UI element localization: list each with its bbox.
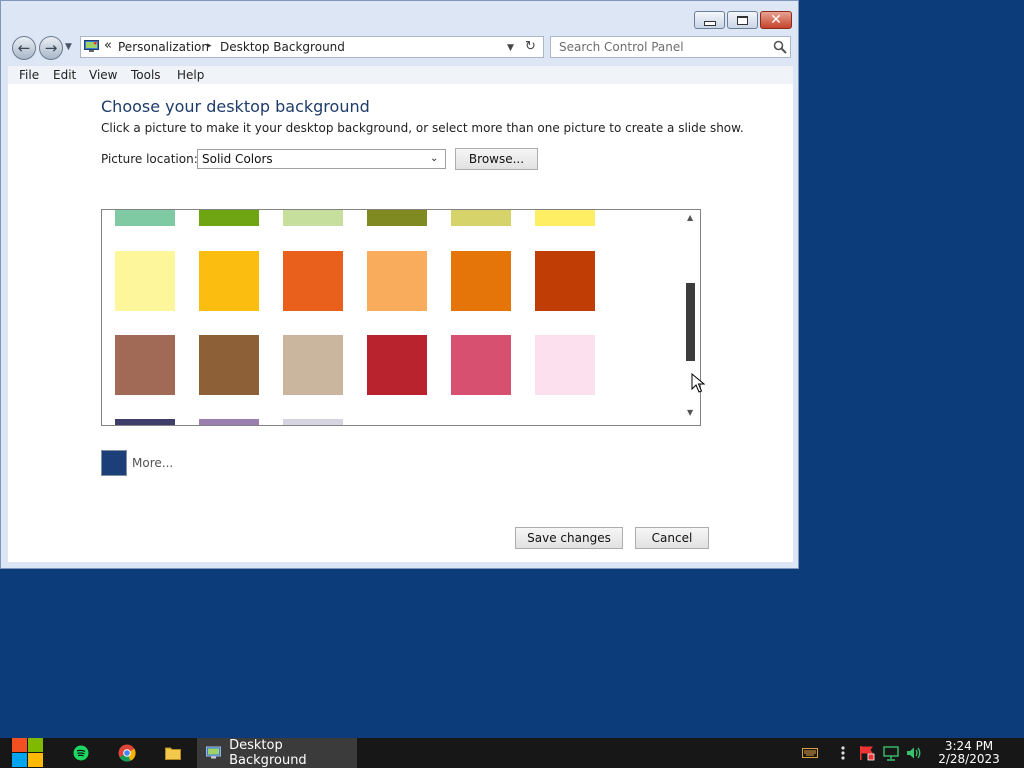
taskbar-file-explorer[interactable]	[160, 738, 186, 768]
menu-bar: File Edit View Tools Help	[8, 66, 793, 85]
color-swatch[interactable]	[283, 419, 343, 425]
color-swatch[interactable]	[115, 210, 175, 226]
chevron-down-icon[interactable]: ▼	[507, 43, 514, 53]
search-box	[550, 36, 791, 58]
menu-help[interactable]: Help	[177, 68, 204, 82]
search-icon[interactable]	[773, 40, 787, 54]
clock-date: 2/28/2023	[938, 752, 1000, 766]
more-options-icon[interactable]	[837, 738, 849, 768]
color-swatch[interactable]	[451, 210, 511, 226]
color-swatch[interactable]	[115, 251, 175, 311]
speaker-icon	[907, 747, 921, 759]
menu-edit[interactable]: Edit	[53, 68, 76, 82]
taskbar-window-desktop-background[interactable]: Desktop Background	[197, 738, 357, 768]
color-swatch[interactable]	[535, 210, 595, 226]
scroll-down-icon[interactable]: ▼	[687, 408, 693, 417]
minimize-icon	[695, 12, 724, 28]
control-panel-icon	[206, 746, 222, 759]
flag-icon	[860, 746, 875, 761]
color-swatch[interactable]	[199, 251, 259, 311]
color-swatch[interactable]	[199, 419, 259, 425]
color-swatch[interactable]	[115, 335, 175, 395]
color-swatch[interactable]	[283, 251, 343, 311]
title-bar[interactable]: ✕	[1, 1, 798, 35]
control-panel-window: ✕ ← → ▼ « Personalization ▸ Desktop Back…	[0, 0, 799, 569]
color-swatch[interactable]	[451, 251, 511, 311]
color-swatch[interactable]	[451, 335, 511, 395]
color-swatch[interactable]	[283, 335, 343, 395]
taskbar-chrome[interactable]	[114, 738, 140, 768]
page-title: Choose your desktop background	[101, 97, 370, 116]
breadcrumb-personalization[interactable]: Personalization	[118, 40, 209, 54]
scroll-up-icon[interactable]: ▲	[687, 213, 693, 222]
back-button[interactable]: ←	[12, 36, 36, 60]
color-swatch[interactable]	[535, 251, 595, 311]
windows-logo-icon	[12, 738, 43, 767]
breadcrumb-overflow[interactable]: «	[104, 38, 112, 53]
monitor-network-icon	[883, 745, 899, 761]
network-icon[interactable]	[881, 738, 901, 768]
color-swatch[interactable]	[283, 210, 343, 226]
taskbar-spotify[interactable]	[68, 738, 94, 768]
close-button[interactable]: ✕	[760, 11, 792, 29]
color-swatch[interactable]	[199, 210, 259, 226]
color-swatch[interactable]	[367, 251, 427, 311]
action-center-flag-icon[interactable]	[857, 738, 877, 768]
picture-location-value: Solid Colors	[202, 152, 273, 166]
spotify-icon	[73, 745, 89, 761]
maximize-button[interactable]	[727, 11, 758, 29]
breadcrumb-separator-icon[interactable]: ▸	[207, 41, 212, 51]
navigation-bar: ← → ▼ « Personalization ▸ Desktop Backgr…	[1, 35, 798, 63]
more-color-swatch[interactable]	[101, 450, 127, 476]
restore-icon	[728, 12, 757, 28]
search-input[interactable]	[551, 37, 769, 57]
page-description: Click a picture to make it your desktop …	[101, 121, 744, 135]
recent-pages-dropdown[interactable]: ▼	[65, 42, 72, 52]
picture-location-label: Picture location:	[101, 152, 198, 166]
refresh-icon[interactable]: ↻	[525, 39, 536, 54]
more-colors-link[interactable]: More...	[132, 456, 173, 470]
color-swatch[interactable]	[199, 335, 259, 395]
folder-icon	[165, 747, 181, 760]
forward-button[interactable]: →	[39, 36, 63, 60]
keyboard-glyph-icon	[802, 748, 818, 758]
menu-file[interactable]: File	[19, 68, 39, 82]
picture-location-select[interactable]: Solid Colors ⌄	[197, 149, 446, 169]
chrome-icon	[118, 744, 136, 762]
arrow-left-icon: ←	[17, 38, 31, 57]
taskbar: Desktop Background 3:24 PM 2/28/2023	[0, 738, 1024, 768]
control-panel-icon	[84, 40, 99, 52]
menu-tools[interactable]: Tools	[131, 68, 161, 82]
volume-icon[interactable]	[904, 738, 924, 768]
chevron-down-icon: ⌄	[430, 153, 439, 164]
scrollbar-thumb[interactable]	[686, 282, 695, 361]
address-bar[interactable]: « Personalization ▸ Desktop Background ▼…	[80, 36, 544, 58]
color-swatch[interactable]	[367, 210, 427, 226]
mouse-cursor-icon	[691, 373, 705, 393]
color-swatch[interactable]	[115, 419, 175, 425]
system-clock[interactable]: 3:24 PM 2/28/2023	[930, 740, 1008, 766]
start-button[interactable]	[8, 738, 46, 768]
vertical-dots-icon	[841, 746, 845, 760]
close-icon: ✕	[770, 12, 782, 28]
menu-view[interactable]: View	[89, 68, 117, 82]
color-gallery: ▲ ▼	[101, 209, 701, 426]
save-changes-button[interactable]: Save changes	[515, 527, 623, 549]
taskbar-window-label: Desktop Background	[229, 738, 307, 768]
color-swatch[interactable]	[367, 335, 427, 395]
browse-button[interactable]: Browse...	[455, 148, 538, 170]
arrow-right-icon: →	[44, 38, 58, 57]
breadcrumb-desktop-background[interactable]: Desktop Background	[220, 40, 345, 54]
main-content: Choose your desktop background Click a p…	[8, 84, 793, 562]
cancel-button[interactable]: Cancel	[635, 527, 709, 549]
minimize-button[interactable]	[694, 11, 725, 29]
color-swatch[interactable]	[535, 335, 595, 395]
keyboard-icon[interactable]	[801, 738, 819, 768]
